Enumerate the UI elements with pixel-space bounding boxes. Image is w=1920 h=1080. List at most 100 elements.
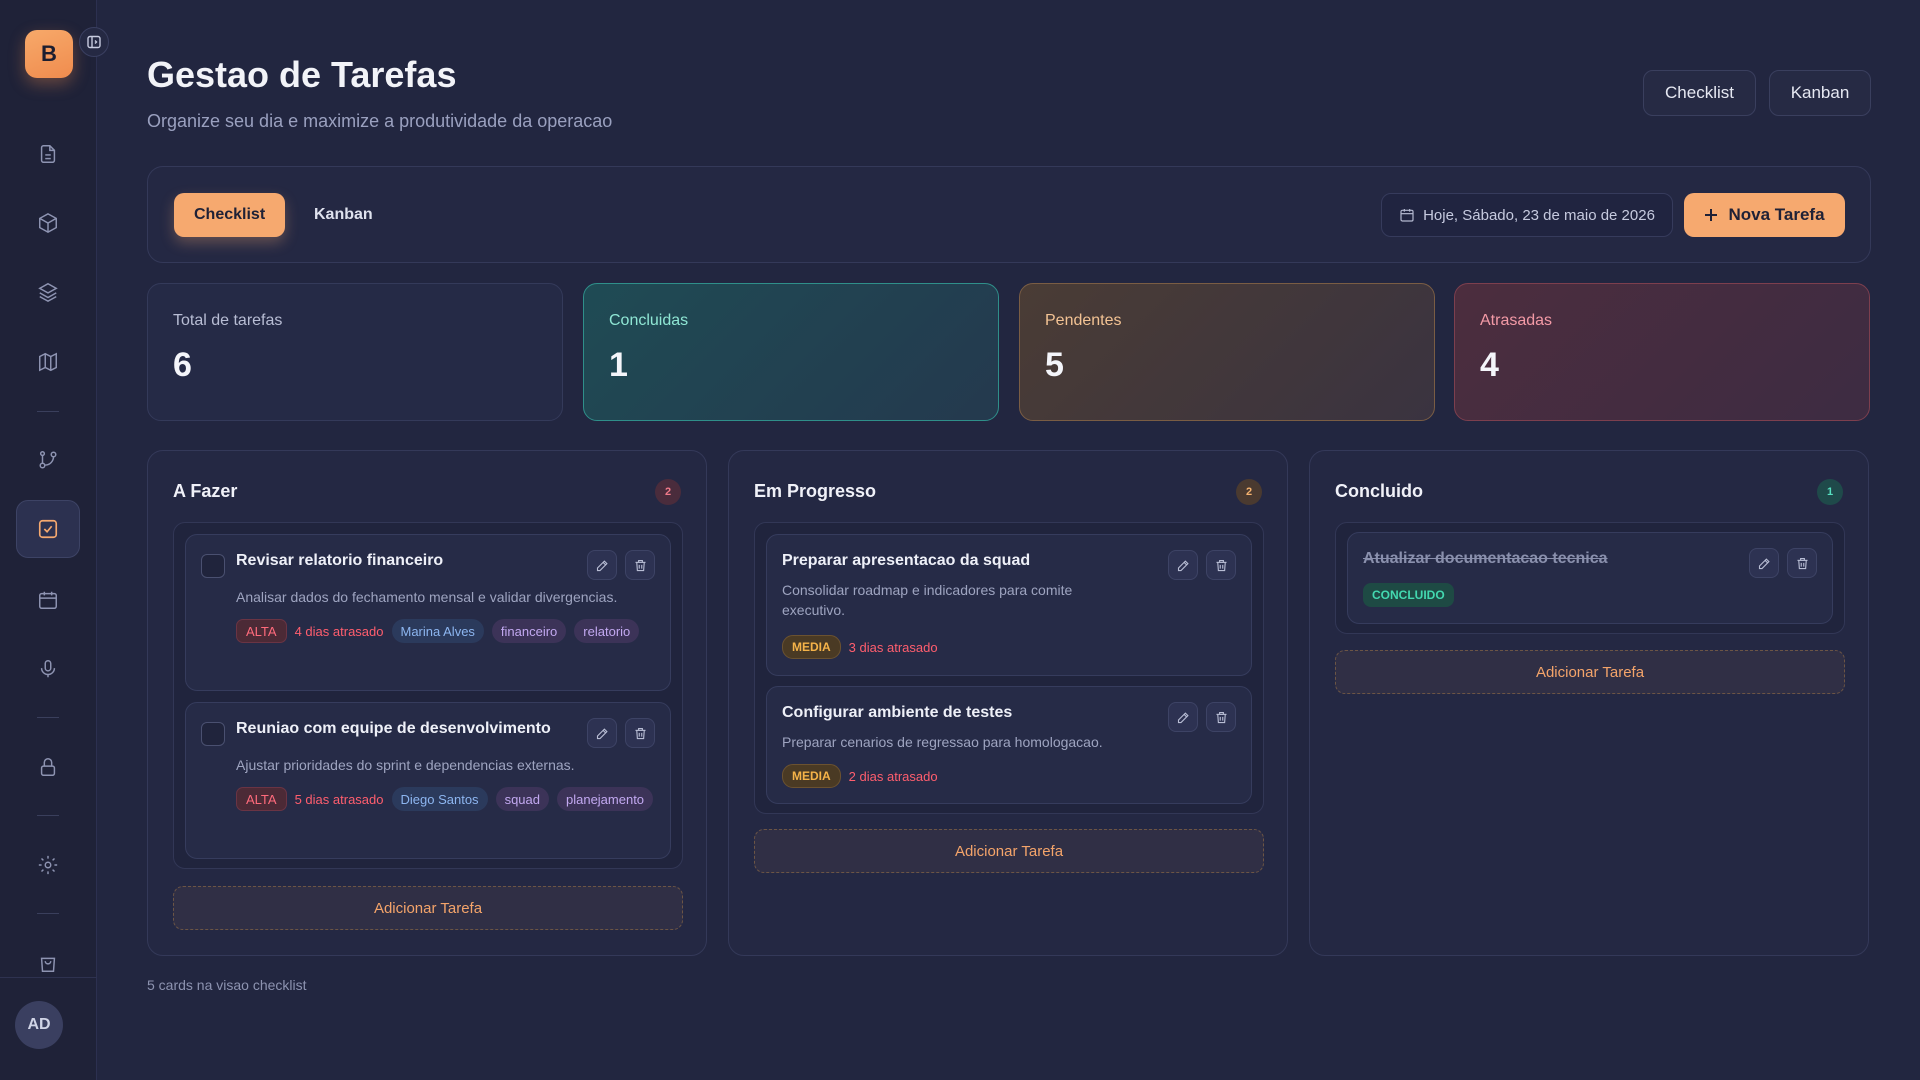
calendar-icon — [1400, 209, 1414, 222]
sidebar-item-tasks[interactable] — [16, 500, 80, 558]
stat-value: 5 — [1045, 346, 1064, 384]
delete-button[interactable] — [625, 550, 655, 580]
sidebar-item-audio[interactable] — [16, 640, 80, 698]
pencil-icon — [596, 727, 608, 739]
pencil-icon — [596, 559, 608, 571]
task-tags: MEDIA 2 dias atrasado — [782, 764, 938, 788]
column-title: Em Progresso — [754, 481, 877, 501]
pencil-icon — [1758, 557, 1770, 569]
task-card[interactable]: Configurar ambiente de testes Preparar c… — [766, 686, 1252, 804]
topic-tag[interactable]: financeiro — [491, 619, 567, 643]
trash-icon — [635, 559, 645, 571]
delete-button[interactable] — [1206, 702, 1236, 732]
microphone-icon — [40, 660, 56, 678]
sidebar-item-layers[interactable] — [16, 263, 80, 321]
task-card[interactable]: Preparar apresentacao da squad Consolida… — [766, 534, 1252, 676]
task-description: Ajustar prioridades do sprint e dependen… — [236, 757, 575, 773]
overdue-text: 2 dias atrasado — [848, 768, 938, 784]
column-in-progress: Em Progresso 2 Preparar apresentacao da … — [728, 450, 1288, 956]
sidebar-item-shop[interactable] — [16, 934, 80, 992]
stat-pending: Pendentes 5 — [1019, 283, 1435, 421]
date-selector[interactable]: Hoje, Sábado, 23 de maio de 2026 — [1381, 193, 1673, 237]
sidebar-item-map[interactable] — [16, 333, 80, 391]
edit-button[interactable] — [1168, 550, 1198, 580]
delete-button[interactable] — [1206, 550, 1236, 580]
card-list: Preparar apresentacao da squad Consolida… — [754, 522, 1264, 814]
toolbar: Checklist Kanban Hoje, Sábado, 23 de mai… — [147, 166, 1871, 263]
task-title: Preparar apresentacao da squad — [782, 552, 1031, 569]
git-branch-icon — [39, 451, 57, 469]
user-avatar[interactable]: AD — [15, 1001, 63, 1049]
edit-button[interactable] — [1168, 702, 1198, 732]
stat-overdue: Atrasadas 4 — [1454, 283, 1870, 421]
sidebar-item-flows[interactable] — [16, 431, 80, 489]
topic-tag[interactable]: relatorio — [574, 619, 640, 643]
check-square-icon — [38, 519, 58, 539]
app-logo[interactable]: B — [25, 30, 73, 78]
delete-button[interactable] — [1787, 548, 1817, 578]
column-title: A Fazer — [173, 481, 238, 501]
overdue-text: 4 dias atrasado — [294, 623, 384, 639]
kanban-view-button[interactable]: Kanban — [1769, 70, 1871, 116]
overdue-text: 3 dias atrasado — [848, 639, 938, 655]
task-card[interactable]: Atualizar documentacao tecnica CONCLUIDO — [1347, 532, 1833, 624]
sidebar-item-calendar[interactable] — [16, 571, 80, 629]
gear-icon — [38, 855, 58, 875]
task-tags: CONCLUIDO — [1363, 583, 1454, 607]
sidebar: B AD — [0, 0, 109, 1080]
page-title: Gestao de Tarefas — [147, 54, 457, 95]
topic-tag[interactable]: squad — [495, 787, 549, 811]
tab-kanban[interactable]: Kanban — [294, 193, 393, 237]
priority-badge: MEDIA — [782, 635, 841, 659]
task-title: Atualizar documentacao tecnica — [1363, 550, 1608, 567]
edit-button[interactable] — [587, 718, 617, 748]
sidebar-collapse-button[interactable] — [79, 27, 109, 57]
priority-badge: MEDIA — [782, 764, 841, 788]
task-checkbox[interactable] — [201, 554, 225, 578]
stat-value: 6 — [173, 346, 192, 384]
task-tags: ALTA 5 dias atrasado Diego Santos squad … — [236, 787, 656, 811]
task-title: Reuniao com equipe de desenvolvimento — [236, 720, 551, 737]
edit-button[interactable] — [1749, 548, 1779, 578]
new-task-button[interactable]: Nova Tarefa — [1684, 193, 1845, 237]
assignee-tag[interactable]: Marina Alves — [391, 619, 484, 643]
task-card[interactable]: Reuniao com equipe de desenvolvimento Aj… — [185, 702, 671, 859]
card-list: Revisar relatorio financeiro Analisar da… — [173, 522, 683, 869]
task-description: Consolidar roadmap e indicadores para co… — [782, 581, 1072, 620]
file-icon — [40, 145, 56, 163]
stat-value: 1 — [609, 346, 628, 384]
task-title: Revisar relatorio financeiro — [236, 552, 444, 569]
tab-checklist[interactable]: Checklist — [174, 193, 286, 237]
page-subtitle: Organize seu dia e maximize a produtivid… — [147, 111, 613, 131]
task-card[interactable]: Revisar relatorio financeiro Analisar da… — [185, 534, 671, 691]
lock-icon — [40, 758, 56, 776]
trash-icon — [1216, 559, 1226, 571]
new-task-label: Nova Tarefa — [1728, 205, 1825, 224]
sidebar-item-security[interactable] — [16, 738, 80, 796]
task-title: Configurar ambiente de testes — [782, 704, 1013, 721]
column-count-badge: 2 — [655, 479, 681, 505]
checklist-view-button[interactable]: Checklist — [1643, 70, 1756, 116]
priority-badge: ALTA — [236, 787, 287, 811]
add-task-button[interactable]: Adicionar Tarefa — [754, 829, 1264, 873]
task-checkbox[interactable] — [201, 722, 225, 746]
column-done: Concluido 1 Atualizar documentacao tecni… — [1309, 450, 1869, 956]
sidebar-item-settings[interactable] — [16, 836, 80, 894]
sidebar-item-products[interactable] — [16, 194, 80, 252]
sidebar-item-documents[interactable] — [16, 125, 80, 183]
column-todo: A Fazer 2 Revisar relatorio financeiro A… — [147, 450, 707, 956]
topic-tag[interactable]: planejamento — [556, 787, 654, 811]
edit-button[interactable] — [587, 550, 617, 580]
add-task-button[interactable]: Adicionar Tarefa — [1335, 650, 1845, 694]
plus-icon — [1705, 209, 1718, 221]
delete-button[interactable] — [625, 718, 655, 748]
task-tags: MEDIA 3 dias atrasado — [782, 635, 938, 659]
add-task-button[interactable]: Adicionar Tarefa — [173, 886, 683, 930]
footer-note: 5 cards na visao checklist — [147, 977, 307, 993]
assignee-tag[interactable]: Diego Santos — [391, 787, 488, 811]
column-count-badge: 1 — [1817, 479, 1843, 505]
stat-label: Total de tarefas — [173, 312, 283, 329]
stat-value: 4 — [1480, 346, 1499, 384]
stat-label: Concluidas — [609, 312, 689, 329]
date-label: Hoje, Sábado, 23 de maio de 2026 — [1423, 206, 1655, 224]
